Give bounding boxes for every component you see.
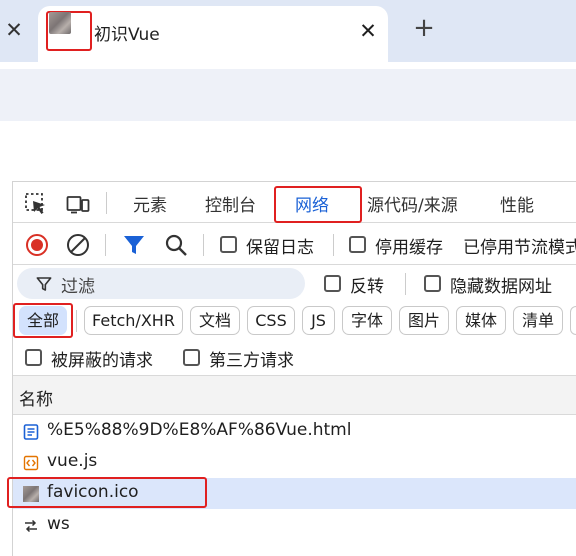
request-name: favicon.ico [47,482,139,502]
network-toolbar: 保留日志 停用缓存 已停用节流模式 [13,224,576,265]
table-row-selected[interactable]: favicon.ico [7,477,576,509]
type-filter-font[interactable]: 字体 [342,306,392,335]
websocket-icon [25,519,37,533]
type-filter-all[interactable]: 全部 [19,306,67,335]
preserve-log-checkbox[interactable] [220,236,237,253]
toolbar-divider [76,310,77,332]
hide-data-urls-label: 隐藏数据网址 [450,277,552,297]
request-name: %E5%88%9D%E8%AF%86Vue.html [47,420,352,440]
type-filter-more[interactable] [570,306,576,335]
inspect-element-icon[interactable] [24,192,48,216]
filter-row: 过滤 反转 隐藏数据网址 [13,266,576,301]
tab-favicon-icon [49,12,71,34]
browser-toolbar [0,69,576,121]
disable-cache-checkbox[interactable] [349,236,366,253]
request-name: vue.js [47,451,98,471]
blocked-requests-row: 被屏蔽的请求 第三方请求 [13,340,576,376]
request-name: ws [47,514,70,534]
requests-table-header: 名称 [13,376,576,415]
script-icon [23,455,39,471]
tab-close-icon[interactable]: ✕ [356,18,380,44]
column-header-name[interactable]: 名称 [19,385,53,410]
type-filter-fetch-xhr[interactable]: Fetch/XHR [84,306,183,335]
toolbar-divider [106,192,107,214]
type-filter-doc[interactable]: 文档 [190,306,240,335]
table-row[interactable]: vue.js [13,447,576,478]
blocked-requests-label: 被屏蔽的请求 [51,351,153,371]
devtools-panel: 元素 控制台 网络 源代码/来源 性能 保留日志 停用缓存 已停用节流模式 过滤… [7,181,576,556]
hide-data-urls-checkbox[interactable] [424,275,441,292]
type-filter-js[interactable]: JS [302,306,335,335]
tab-sources[interactable]: 源代码/来源 [367,191,458,216]
table-row[interactable]: ws [13,510,576,541]
type-filter-css[interactable]: CSS [247,306,295,335]
type-filter-manifest[interactable]: 清单 [513,306,563,335]
throttling-select[interactable]: 已停用节流模式 [463,233,576,258]
type-filter-media[interactable]: 媒体 [456,306,506,335]
table-row[interactable]: %E5%88%9D%E8%AF%86Vue.html [13,416,576,447]
toolbar-divider [405,273,406,295]
filter-funnel-icon[interactable] [122,233,146,257]
type-filter-img[interactable]: 图片 [399,306,449,335]
toolbar-divider [333,234,334,256]
previous-tab-close-icon[interactable]: ✕ [3,17,25,43]
invert-label: 反转 [350,277,384,297]
new-tab-button[interactable]: + [409,13,439,43]
tab-elements[interactable]: 元素 [133,191,167,216]
tab-console[interactable]: 控制台 [205,191,256,216]
clear-icon[interactable] [66,233,90,257]
device-toolbar-icon[interactable] [66,192,90,216]
devtools-tab-bar: 元素 控制台 网络 源代码/来源 性能 [13,182,576,223]
third-party-label: 第三方请求 [209,351,294,371]
tab-performance[interactable]: 性能 [500,191,534,216]
tab-title: 初识Vue [94,25,160,45]
toolbar-divider [203,234,204,256]
record-stop-icon[interactable] [25,233,49,257]
filter-funnel-icon [36,277,52,291]
document-icon [23,424,39,440]
tab-network[interactable]: 网络 [295,191,329,216]
filter-input[interactable]: 过滤 [17,268,305,299]
toolbar-divider [105,234,106,256]
third-party-checkbox[interactable] [183,349,200,366]
disable-cache-label: 停用缓存 [375,238,443,258]
image-icon [23,486,39,502]
resource-type-filters: 全部 Fetch/XHR 文档 CSS JS 字体 图片 媒体 清单 [13,303,576,340]
search-icon[interactable] [164,233,188,257]
browser-tab-active[interactable]: 初识Vue ✕ [38,6,388,62]
blocked-requests-checkbox[interactable] [25,349,42,366]
filter-placeholder: 过滤 [61,277,95,297]
browser-tab-strip: ✕ 初识Vue ✕ + [0,0,576,62]
preserve-log-label: 保留日志 [246,238,314,258]
invert-checkbox[interactable] [324,275,341,292]
